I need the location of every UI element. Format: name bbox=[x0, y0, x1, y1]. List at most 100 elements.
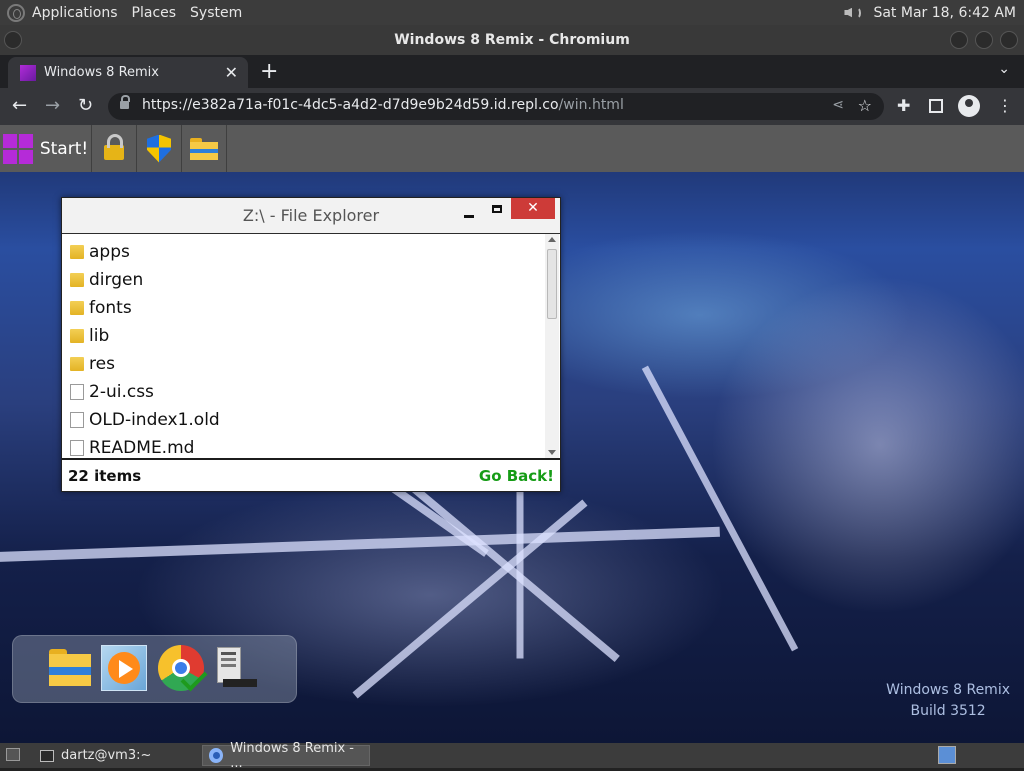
forward-arrow-icon[interactable]: → bbox=[45, 96, 60, 116]
scroll-down-icon[interactable] bbox=[548, 450, 556, 455]
file-list-item[interactable]: 2-ui.css bbox=[70, 378, 540, 406]
applications-menu[interactable]: Applications bbox=[0, 3, 125, 22]
address-bar[interactable]: https://e382a71a-f01c-4dc5-a4d2-d7d9e9b2… bbox=[108, 93, 884, 120]
tab-strip: Windows 8 Remix ✕ + ⌄ bbox=[0, 55, 1024, 88]
window-title: Windows 8 Remix - Chromium bbox=[394, 32, 630, 48]
start-button[interactable]: Start! bbox=[0, 125, 92, 172]
system-menu[interactable]: System bbox=[183, 5, 249, 21]
profile-avatar-icon[interactable] bbox=[958, 95, 980, 117]
shield-icon bbox=[147, 134, 171, 163]
minimize-icon[interactable] bbox=[464, 208, 474, 218]
taskbar-item-label: Windows 8 Remix - ... bbox=[230, 740, 354, 771]
applications-menu-label: Applications bbox=[32, 4, 118, 21]
folder-icon bbox=[70, 273, 84, 287]
file-name: 2-ui.css bbox=[89, 382, 154, 402]
dock bbox=[12, 635, 297, 703]
tab-title: Windows 8 Remix bbox=[44, 65, 159, 80]
tab-close-icon[interactable]: ✕ bbox=[225, 63, 238, 82]
file-name: dirgen bbox=[89, 270, 144, 290]
back-arrow-icon[interactable]: ← bbox=[12, 96, 27, 116]
file-list-item[interactable]: fonts bbox=[70, 294, 540, 322]
file-list-item[interactable]: lib bbox=[70, 322, 540, 350]
window-menu-icon[interactable] bbox=[4, 31, 22, 49]
file-explorer-title: Z:\ - File Explorer bbox=[242, 206, 380, 225]
file-list-item[interactable]: res bbox=[70, 350, 540, 378]
close-window-button[interactable] bbox=[1000, 31, 1018, 49]
windows-logo-icon bbox=[2, 133, 33, 164]
maximize-window-button[interactable] bbox=[975, 31, 993, 49]
dock-browser-icon[interactable] bbox=[158, 645, 208, 692]
gnome-logo-icon bbox=[7, 3, 25, 22]
padlock-icon bbox=[104, 134, 124, 160]
app-launcher-bar: Start! bbox=[0, 125, 1024, 172]
reload-icon[interactable]: ↻ bbox=[78, 96, 93, 116]
file-name: lib bbox=[89, 326, 110, 346]
folder-icon bbox=[70, 301, 84, 315]
file-icon bbox=[70, 440, 84, 456]
file-name: OLD-index1.old bbox=[89, 410, 220, 430]
tab-favicon-icon bbox=[20, 64, 36, 81]
wallpaper-wheel-beam bbox=[0, 526, 720, 564]
watermark-product: Windows 8 Remix bbox=[886, 682, 1010, 698]
file-list-scrollbar[interactable] bbox=[545, 234, 559, 458]
build-watermark: Windows 8 Remix Build 3512 bbox=[886, 680, 1010, 722]
bottom-panel: dartz@vm3:~ Windows 8 Remix - ... bbox=[0, 741, 1024, 771]
file-explorer-footer: 22 items Go Back! bbox=[62, 458, 560, 491]
watermark-build: Build 3512 bbox=[910, 703, 986, 719]
file-explorer-titlebar[interactable]: Z:\ - File Explorer ✕ bbox=[62, 198, 560, 234]
file-name: apps bbox=[89, 242, 130, 262]
file-explorer-window: Z:\ - File Explorer ✕ apps dirgen fonts lib… bbox=[61, 197, 561, 492]
file-name: res bbox=[89, 354, 115, 374]
clock[interactable]: Sat Mar 18, 6:42 AM bbox=[873, 5, 1016, 21]
scrollbar-thumb[interactable] bbox=[547, 249, 557, 319]
extensions-icon[interactable]: ✚ bbox=[897, 96, 910, 115]
tray-app-icon[interactable] bbox=[938, 746, 956, 764]
folder-icon bbox=[70, 245, 84, 259]
dock-file-explorer-icon[interactable] bbox=[47, 645, 93, 691]
item-count: 22 items bbox=[68, 467, 142, 485]
browser-toolbar: ← → ↻ https://e382a71a-f01c-4dc5-a4d2-d7… bbox=[0, 88, 1024, 125]
new-tab-button[interactable]: + bbox=[260, 59, 278, 84]
taskbar-item-label: dartz@vm3:~ bbox=[61, 748, 152, 763]
share-icon[interactable]: ⋖ bbox=[832, 97, 844, 113]
file-icon bbox=[70, 384, 84, 400]
wallpaper-wheel-beam bbox=[641, 365, 799, 652]
start-label: Start! bbox=[39, 138, 89, 159]
taskbar-item-terminal[interactable]: dartz@vm3:~ bbox=[34, 745, 200, 766]
bookmark-star-icon[interactable]: ☆ bbox=[858, 96, 872, 115]
file-list-item[interactable]: apps bbox=[70, 238, 540, 266]
browser-menu-icon[interactable]: ⋮ bbox=[997, 96, 1013, 115]
tab-windows8-remix[interactable]: Windows 8 Remix ✕ bbox=[8, 57, 248, 88]
terminal-icon bbox=[40, 749, 54, 762]
url-text[interactable]: https://e382a71a-f01c-4dc5-a4d2-d7d9e9b2… bbox=[142, 97, 624, 113]
file-name: fonts bbox=[89, 298, 132, 318]
lock-icon[interactable] bbox=[120, 95, 130, 109]
file-explorer-app-button[interactable] bbox=[182, 125, 227, 172]
web-page: Start! Z:\ - File Explorer ✕ apps dirgen f… bbox=[0, 125, 1024, 743]
show-desktop-icon[interactable] bbox=[6, 748, 20, 761]
file-name: README.md bbox=[89, 438, 195, 458]
dock-terminal-icon[interactable] bbox=[213, 645, 259, 691]
side-panel-icon[interactable] bbox=[929, 99, 943, 113]
go-back-link[interactable]: Go Back! bbox=[479, 467, 554, 485]
file-list-item[interactable]: dirgen bbox=[70, 266, 540, 294]
window-titlebar[interactable]: Windows 8 Remix - Chromium bbox=[0, 25, 1024, 55]
lock-app-button[interactable] bbox=[92, 125, 137, 172]
tab-search-chevron-icon[interactable]: ⌄ bbox=[998, 61, 1010, 77]
close-button[interactable]: ✕ bbox=[511, 198, 555, 219]
volume-icon[interactable] bbox=[841, 4, 863, 22]
file-list-item[interactable]: README.md bbox=[70, 434, 540, 458]
minimize-window-button[interactable] bbox=[950, 31, 968, 49]
taskbar-item-chromium[interactable]: Windows 8 Remix - ... bbox=[202, 741, 370, 771]
scroll-up-icon[interactable] bbox=[548, 237, 556, 242]
folder-icon bbox=[190, 137, 218, 160]
file-list-item[interactable]: OLD-index1.old bbox=[70, 406, 540, 434]
maximize-icon[interactable] bbox=[492, 205, 502, 213]
dock-media-player-icon[interactable] bbox=[101, 645, 147, 691]
folder-icon bbox=[70, 357, 84, 371]
top-panel: Applications Places System Sat Mar 18, 6… bbox=[0, 0, 1024, 25]
folder-icon bbox=[70, 329, 84, 343]
places-menu[interactable]: Places bbox=[125, 5, 184, 21]
file-icon bbox=[70, 412, 84, 428]
security-app-button[interactable] bbox=[137, 125, 182, 172]
